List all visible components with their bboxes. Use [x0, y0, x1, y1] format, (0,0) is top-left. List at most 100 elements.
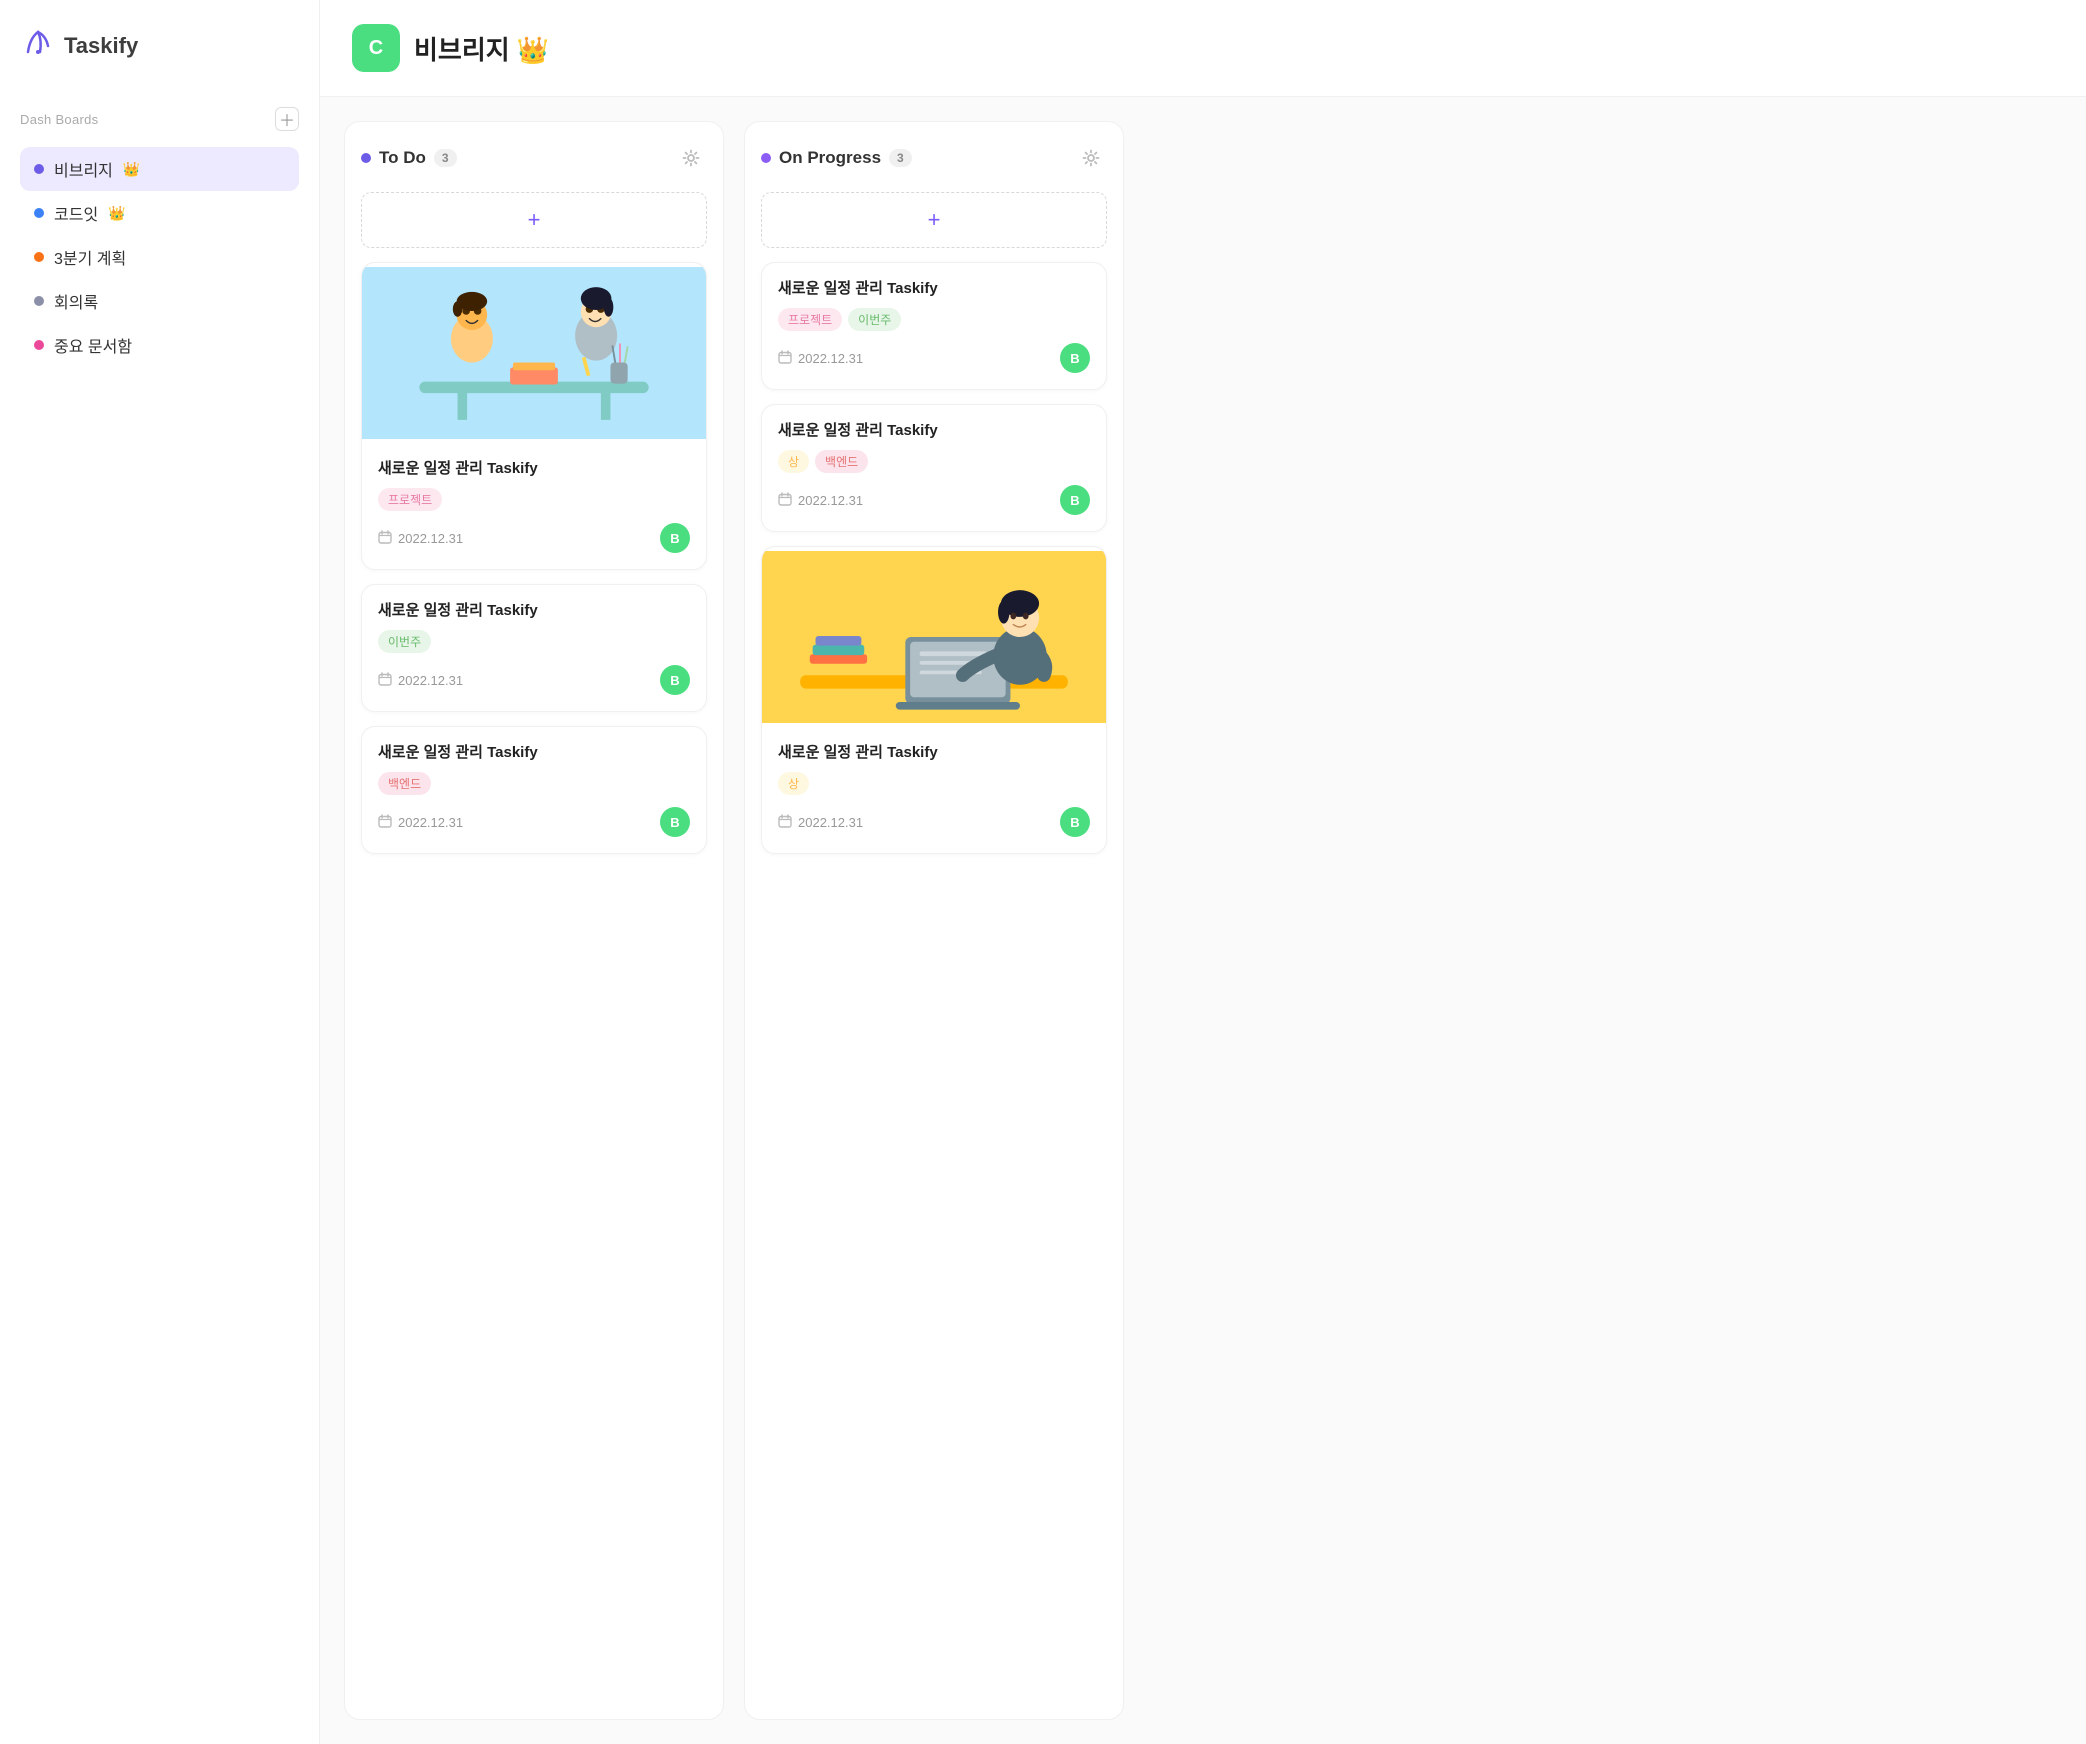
- column-settings-button[interactable]: [675, 142, 707, 174]
- sidebar-item-codeit[interactable]: 코드잇 👑: [20, 191, 299, 235]
- card-body: 새로운 일정 관리 Taskify 백엔드: [362, 727, 706, 853]
- tag: 이번주: [848, 308, 901, 331]
- card-title: 새로운 일정 관리 Taskify: [778, 277, 1090, 298]
- column-title: To Do: [379, 148, 426, 168]
- page-avatar: C: [352, 24, 400, 72]
- column-title-area: To Do 3: [361, 148, 457, 168]
- tag: 상: [778, 772, 809, 795]
- sidebar-label: 3분기 계획: [54, 245, 126, 269]
- task-card[interactable]: 새로운 일정 관리 Taskify 프로젝트이번주: [761, 262, 1107, 390]
- add-card-button[interactable]: +: [761, 192, 1107, 248]
- card-date: 2022.12.31: [378, 530, 463, 547]
- card-user-avatar: B: [660, 523, 690, 553]
- card-tags: 이번주: [378, 630, 690, 653]
- card-footer: 2022.12.31 B: [778, 807, 1090, 837]
- calendar-icon: [378, 814, 392, 831]
- column-title-area: On Progress 3: [761, 148, 912, 168]
- date-text: 2022.12.31: [798, 815, 863, 830]
- kanban-board: To Do 3 +: [320, 97, 2086, 1744]
- sidebar-item-q3plan[interactable]: 3분기 계획: [20, 235, 299, 279]
- task-card[interactable]: 새로운 일정 관리 Taskify 프로젝트: [361, 262, 707, 570]
- sidebar-section-title: Dash Boards: [20, 112, 98, 127]
- tag: 이번주: [378, 630, 431, 653]
- date-text: 2022.12.31: [398, 531, 463, 546]
- column-header: On Progress 3: [761, 142, 1107, 174]
- card-footer: 2022.12.31 B: [778, 343, 1090, 373]
- task-card[interactable]: 새로운 일정 관리 Taskify 상: [761, 546, 1107, 854]
- card-title: 새로운 일정 관리 Taskify: [378, 599, 690, 620]
- card-user-avatar: B: [660, 665, 690, 695]
- card-footer: 2022.12.31 B: [778, 485, 1090, 515]
- calendar-icon: [778, 492, 792, 509]
- calendar-icon: [378, 530, 392, 547]
- gear-icon: [682, 149, 700, 167]
- gear-icon: [1082, 149, 1100, 167]
- logo-area: Taskify: [20, 24, 299, 67]
- logo-icon: [20, 24, 56, 67]
- sidebar-dot: [34, 208, 44, 218]
- sidebar-items-list: 비브리지 👑 코드잇 👑 3분기 계획 회의록 중요 문서함: [20, 147, 299, 367]
- calendar-icon: [778, 350, 792, 367]
- sidebar: Taskify Dash Boards ＋ 비브리지 👑 코드잇 👑 3분기 계…: [0, 0, 320, 1744]
- sidebar-item-bibeuji[interactable]: 비브리지 👑: [20, 147, 299, 191]
- card-user-avatar: B: [1060, 807, 1090, 837]
- card-body: 새로운 일정 관리 Taskify 프로젝트이번주: [762, 263, 1106, 389]
- card-tags: 상 백엔드: [778, 450, 1090, 473]
- tag: 상: [778, 450, 809, 473]
- card-tags: 프로젝트: [378, 488, 690, 511]
- tag: 백엔드: [378, 772, 431, 795]
- sidebar-dot: [34, 164, 44, 174]
- tag: 백엔드: [815, 450, 868, 473]
- plus-icon: +: [528, 207, 541, 233]
- calendar-icon: [778, 814, 792, 831]
- add-card-button[interactable]: +: [361, 192, 707, 248]
- task-card[interactable]: 새로운 일정 관리 Taskify 상 백엔드: [761, 404, 1107, 532]
- task-card[interactable]: 새로운 일정 관리 Taskify 이번주: [361, 584, 707, 712]
- card-body: 새로운 일정 관리 Taskify 프로젝트: [362, 443, 706, 569]
- card-user-avatar: B: [1060, 343, 1090, 373]
- add-board-button[interactable]: ＋: [275, 107, 299, 131]
- card-user-avatar: B: [660, 807, 690, 837]
- card-user-avatar: B: [1060, 485, 1090, 515]
- sidebar-dot: [34, 252, 44, 262]
- column-settings-button[interactable]: [1075, 142, 1107, 174]
- crown-icon: 👑: [108, 205, 125, 222]
- column-dot: [361, 153, 371, 163]
- column-count: 3: [889, 149, 912, 167]
- app-name: Taskify: [64, 33, 138, 59]
- calendar-icon: [378, 672, 392, 689]
- plus-icon: +: [928, 207, 941, 233]
- task-card[interactable]: 새로운 일정 관리 Taskify 백엔드: [361, 726, 707, 854]
- page-title: 비브리지 👑: [414, 30, 549, 67]
- card-body: 새로운 일정 관리 Taskify 상 백엔드: [762, 405, 1106, 531]
- sidebar-label: 비브리지: [54, 157, 113, 181]
- crown-icon: 👑: [517, 35, 549, 65]
- card-date: 2022.12.31: [378, 672, 463, 689]
- card-tags: 상: [778, 772, 1090, 795]
- column-title: On Progress: [779, 148, 881, 168]
- crown-icon: 👑: [123, 161, 140, 178]
- card-tags: 프로젝트이번주: [778, 308, 1090, 331]
- card-footer: 2022.12.31 B: [378, 523, 690, 553]
- add-board-icon: ＋: [279, 107, 295, 131]
- card-date: 2022.12.31: [778, 814, 863, 831]
- card-date: 2022.12.31: [778, 350, 863, 367]
- sidebar-item-important[interactable]: 중요 문서함: [20, 323, 299, 367]
- sidebar-dot: [34, 340, 44, 350]
- card-title: 새로운 일정 관리 Taskify: [378, 741, 690, 762]
- kanban-column-todo: To Do 3 +: [344, 121, 724, 1720]
- kanban-column-onprogress: On Progress 3 + 새로운 일정 관리 Taskify 프로젝트이번…: [744, 121, 1124, 1720]
- card-title: 새로운 일정 관리 Taskify: [378, 457, 690, 478]
- date-text: 2022.12.31: [398, 815, 463, 830]
- sidebar-label: 중요 문서함: [54, 333, 132, 357]
- column-header: To Do 3: [361, 142, 707, 174]
- card-footer: 2022.12.31 B: [378, 665, 690, 695]
- card-date: 2022.12.31: [378, 814, 463, 831]
- card-body: 새로운 일정 관리 Taskify 이번주: [362, 585, 706, 711]
- tag: 프로젝트: [378, 488, 442, 511]
- card-date: 2022.12.31: [778, 492, 863, 509]
- sidebar-item-minutes[interactable]: 회의록: [20, 279, 299, 323]
- page-header: C 비브리지 👑: [320, 0, 2086, 97]
- date-text: 2022.12.31: [798, 493, 863, 508]
- card-title: 새로운 일정 관리 Taskify: [778, 419, 1090, 440]
